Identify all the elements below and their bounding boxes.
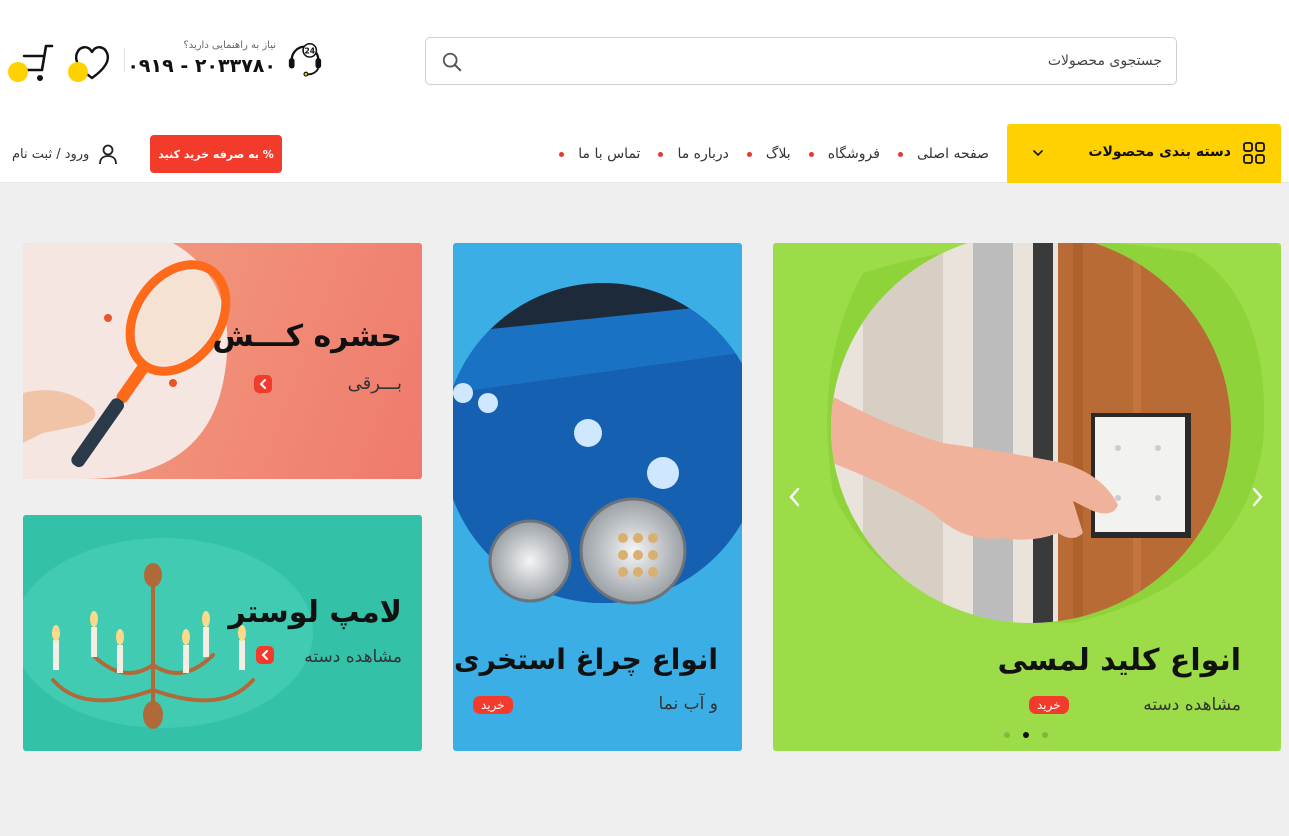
banner-chandelier[interactable]: لامپ لوستر مشاهده دسته	[23, 515, 422, 751]
grid-icon	[1243, 142, 1265, 164]
nav-item-label: تماس با ما	[578, 146, 641, 162]
deals-button[interactable]: % به صرفه خرید کنید	[150, 135, 282, 173]
nav-item-label: بلاگ	[765, 146, 791, 162]
login-label: ورود / ثبت نام	[12, 146, 90, 162]
banner-title: حشره کـــش	[212, 319, 402, 354]
nav-item-label: درباره ما	[677, 146, 729, 162]
nav-item-home[interactable]: صفحه اصلی	[884, 146, 989, 162]
buy-tag[interactable]: خرید	[1029, 696, 1069, 714]
slider-dot[interactable]	[1004, 732, 1010, 738]
cart-badge	[8, 62, 28, 82]
chandelier-image	[23, 538, 313, 729]
banner-subtitle: بـــرقی	[347, 373, 402, 394]
login-register-link[interactable]: ورود / ثبت نام	[12, 143, 119, 165]
user-icon	[99, 144, 118, 165]
slider-next-arrow[interactable]	[1249, 485, 1265, 509]
nav-bullet	[658, 151, 664, 157]
slider-dot-active[interactable]	[1023, 732, 1029, 738]
nav-bullet	[808, 151, 814, 157]
main-nav: صفحه اصلی فروشگاه بلاگ درباره ما تماس با…	[541, 144, 989, 164]
nav-item-label: صفحه اصلی	[916, 146, 989, 162]
view-category-arrow[interactable]	[254, 375, 272, 393]
nav-item-shop[interactable]: فروشگاه	[795, 146, 880, 162]
cart-button[interactable]	[8, 40, 56, 84]
support-contact: نیاز به راهنمایی دارید؟ ۰۹۱۹ - ۲۰۳۳۷۸۰ 2…	[127, 36, 324, 86]
slider-dot[interactable]	[1042, 732, 1048, 738]
nav-bullet	[897, 151, 903, 157]
slider-prev-arrow[interactable]	[787, 485, 803, 509]
chevron-left-icon	[261, 650, 268, 660]
support-icon-badge: 24	[304, 46, 315, 55]
slider-pagination	[1004, 730, 1054, 740]
search-icon[interactable]	[441, 51, 463, 73]
support-hint: نیاز به راهنمایی دارید؟	[183, 40, 276, 51]
view-category-arrow[interactable]	[256, 646, 274, 664]
chevron-left-icon	[259, 379, 266, 389]
wishlist-button[interactable]	[68, 40, 116, 84]
nav-item-blog[interactable]: بلاگ	[733, 146, 791, 162]
nav-item-label: فروشگاه	[827, 146, 880, 162]
categories-label: دسته بندی محصولات	[1088, 144, 1231, 160]
banner-bug-zapper[interactable]: حشره کـــش بـــرقی	[23, 243, 422, 479]
search-input[interactable]	[502, 48, 1162, 74]
banner-touch-switch[interactable]: انواع کلید لمسی مشاهده دسته خرید	[773, 243, 1281, 751]
nav-item-contact[interactable]: تماس با ما	[545, 146, 640, 162]
wishlist-badge	[68, 62, 88, 82]
banner-title: انواع کلید لمسی	[997, 643, 1241, 678]
nav-bullet	[559, 151, 565, 157]
header-divider	[124, 48, 125, 72]
bug-zapper-image	[23, 243, 231, 479]
banner-title: لامپ لوستر	[228, 595, 402, 630]
headset-24-icon: 24	[288, 42, 322, 77]
site-header: نیاز به راهنمایی دارید؟ ۰۹۱۹ - ۲۰۳۳۷۸۰ 2…	[0, 0, 1289, 183]
banner-subtitle: مشاهده دسته	[1143, 695, 1241, 715]
buy-tag[interactable]: خرید	[473, 696, 513, 714]
chevron-down-icon	[1033, 150, 1043, 157]
support-phone[interactable]: ۰۹۱۹ - ۲۰۳۳۷۸۰	[127, 55, 276, 77]
nav-item-about[interactable]: درباره ما	[644, 146, 729, 162]
banner-subtitle: و آب نما	[658, 694, 718, 714]
categories-button[interactable]: دسته بندی محصولات	[1007, 124, 1281, 183]
search-box[interactable]	[425, 37, 1177, 85]
banner-subtitle: مشاهده دسته	[304, 647, 402, 667]
nav-bullet	[746, 151, 752, 157]
banner-title: انواع چراغ استخری	[453, 643, 718, 676]
banner-pool-light[interactable]: انواع چراغ استخری و آب نما خرید	[453, 243, 742, 751]
